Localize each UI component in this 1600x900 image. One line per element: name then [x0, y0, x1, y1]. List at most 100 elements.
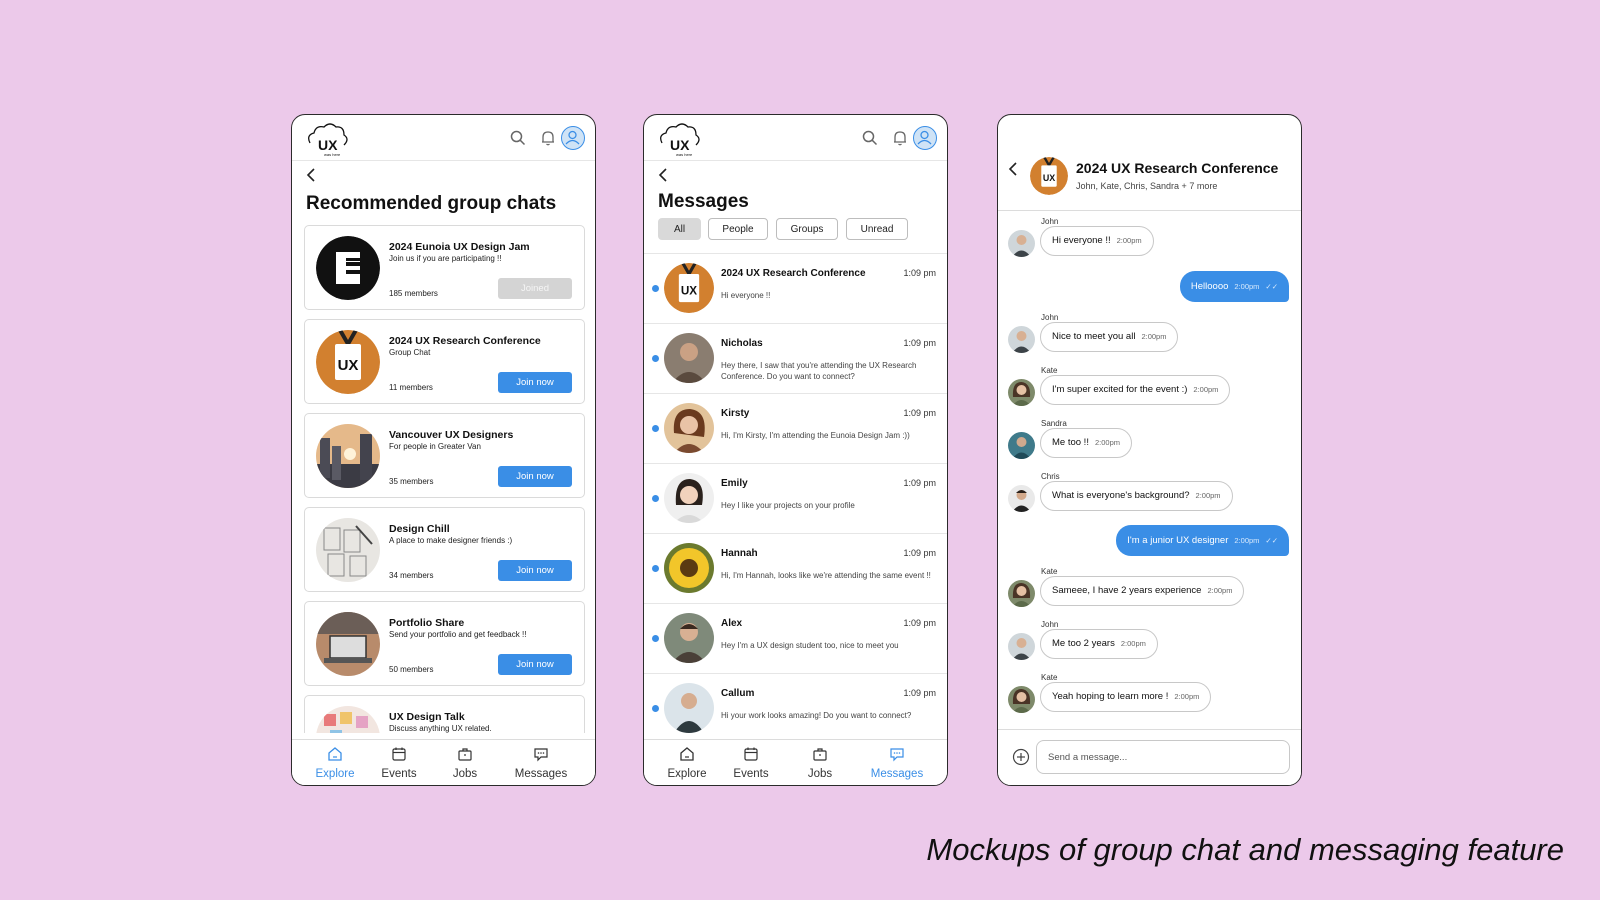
message-bubble: I'm super excited for the event :) 2:00pm [1040, 375, 1231, 405]
message-time: 2:00pm [1193, 385, 1219, 394]
nav-explore[interactable]: Explore [300, 746, 370, 782]
top-bar: UX was here [292, 115, 595, 161]
group-name: Vancouver UX Designers [389, 429, 514, 441]
profile-avatar-button[interactable] [561, 126, 585, 150]
conversation-time: 1:09 pm [903, 478, 936, 488]
logo-tagline: was here [324, 152, 341, 157]
join-now-button[interactable]: Join now [498, 560, 572, 581]
filter-all[interactable]: All [658, 218, 701, 240]
message-time: 2:00pm [1141, 332, 1167, 341]
avatar [1008, 230, 1035, 257]
message-bubble: Nice to meet you all 2:00pm [1040, 322, 1179, 352]
conversation-time: 1:09 pm [903, 408, 936, 418]
conversation-name: Alex [721, 618, 743, 629]
explore-phone-screen: UX was here Recommended group chats 2024 … [291, 114, 596, 786]
group-card[interactable]: Vancouver UX Designers For people in Gre… [304, 413, 585, 498]
message-text: Helloooo [1190, 281, 1229, 292]
message-input[interactable] [1036, 740, 1290, 774]
search-icon[interactable] [861, 129, 879, 147]
join-now-button[interactable]: Join now [498, 466, 572, 487]
conversation-row[interactable]: Kirsty 1:09 pm Hi, I'm Kirsty, I'm atten… [644, 394, 947, 464]
group-card[interactable]: Design Chill A place to make designer fr… [304, 507, 585, 592]
nav-events[interactable]: Events [716, 746, 786, 782]
chat-participants: John, Kate, Chris, Sandra + 7 more [1076, 181, 1218, 191]
group-card[interactable]: Portfolio Share Send your portfolio and … [304, 601, 585, 686]
conversation-row[interactable]: Alex 1:09 pm Hey I'm a UX design student… [644, 604, 947, 674]
back-arrow-icon[interactable] [1006, 161, 1022, 177]
eunoia-logo-icon [316, 236, 380, 300]
group-description: Group Chat [389, 348, 431, 357]
read-receipt-icon: ✓✓ [1265, 282, 1278, 291]
message-sender: John [1041, 217, 1059, 226]
message-text: Me too 2 years [1052, 638, 1115, 649]
nav-label: Events [733, 768, 769, 780]
ux-conference-badge-icon: UX [1030, 157, 1068, 195]
group-card[interactable]: UX Design Talk Discuss anything UX relat… [304, 695, 585, 733]
message-bubble: Me too 2 years 2:00pm [1040, 629, 1158, 659]
group-name: Portfolio Share [389, 617, 465, 629]
sticky-notes-photo [316, 706, 380, 733]
add-attachment-icon[interactable] [1012, 748, 1030, 766]
briefcase-icon [458, 748, 472, 761]
conversation-name: 2024 UX Research Conference [721, 268, 866, 279]
conversation-row[interactable]: Nicholas 1:09 pm Hey there, I saw that y… [644, 324, 947, 394]
message-sender: John [1041, 620, 1059, 629]
avatar [1008, 686, 1035, 713]
avatar [1008, 580, 1035, 607]
conversation-name: Hannah [721, 548, 758, 559]
back-arrow-icon[interactable] [656, 167, 672, 183]
message-text: I'm a junior UX designer [1127, 535, 1229, 546]
filter-unread[interactable]: Unread [846, 218, 908, 240]
message-time: 2:00pm [1207, 586, 1233, 595]
filter-groups[interactable]: Groups [776, 218, 838, 240]
avatar [1008, 379, 1035, 406]
nav-messages[interactable]: Messages [506, 746, 576, 782]
chat-message-list: John Hi everyone !! 2:00pm Helloooo 2:00pm… [998, 213, 1301, 723]
ux-was-here-logo[interactable]: UX was here [304, 121, 350, 157]
message-time: 2:00pm [1116, 236, 1142, 245]
conversation-row[interactable]: Hannah 1:09 pm Hi, I'm Hannah, looks lik… [644, 534, 947, 604]
nav-messages[interactable]: Messages [862, 746, 932, 782]
search-icon[interactable] [509, 129, 527, 147]
group-card[interactable]: UX 2024 UX Research Conference Group Cha… [304, 319, 585, 404]
message-text: What is everyone's background? [1052, 490, 1190, 501]
profile-avatar-button[interactable] [913, 126, 937, 150]
conversation-name: Kirsty [721, 408, 750, 419]
group-member-count: 11 members [389, 383, 433, 392]
chat-header: UX 2024 UX Research Conference John, Kat… [998, 115, 1301, 211]
city-skyline-photo [316, 424, 380, 488]
bell-icon[interactable] [539, 129, 557, 147]
ux-conference-badge-icon: UX [316, 330, 380, 394]
group-member-count: 50 members [389, 665, 434, 674]
logo-text: UX [670, 137, 690, 153]
message-time: 2:00pm [1094, 438, 1120, 447]
message-text: I'm super excited for the event :) [1052, 384, 1188, 395]
group-card[interactable]: 2024 Eunoia UX Design Jam Join us if you… [304, 225, 585, 310]
sunflower-photo [664, 543, 714, 593]
conversation-preview: Hi, I'm Hannah, looks like we're attendi… [721, 571, 931, 580]
bottom-nav: Explore Events Jobs Messages [644, 739, 947, 785]
avatar [664, 613, 714, 663]
filter-people[interactable]: People [708, 218, 768, 240]
message-sender: Kate [1041, 366, 1058, 375]
conversation-preview: Hey I like your projects on your profile [721, 501, 855, 510]
calendar-icon [392, 747, 406, 761]
bell-icon[interactable] [891, 129, 909, 147]
join-now-button[interactable]: Join now [498, 372, 572, 393]
conversation-row[interactable]: UX 2024 UX Research Conference 1:09 pm H… [644, 254, 947, 324]
nav-jobs[interactable]: Jobs [430, 746, 500, 782]
nav-explore[interactable]: Explore [652, 746, 722, 782]
conversation-name: Emily [721, 478, 748, 489]
ux-was-here-logo[interactable]: UX was here [656, 121, 702, 157]
nav-label: Events [381, 768, 417, 780]
nav-jobs[interactable]: Jobs [785, 746, 855, 782]
conversation-row[interactable]: Callum 1:09 pm Hi your work looks amazin… [644, 674, 947, 741]
message-composer [998, 729, 1301, 785]
joined-button[interactable]: Joined [498, 278, 572, 299]
svg-text:UX: UX [681, 284, 697, 297]
join-now-button[interactable]: Join now [498, 654, 572, 675]
home-icon [328, 747, 342, 761]
conversation-row[interactable]: Emily 1:09 pm Hey I like your projects o… [644, 464, 947, 534]
nav-events[interactable]: Events [364, 746, 434, 782]
back-arrow-icon[interactable] [304, 167, 320, 183]
